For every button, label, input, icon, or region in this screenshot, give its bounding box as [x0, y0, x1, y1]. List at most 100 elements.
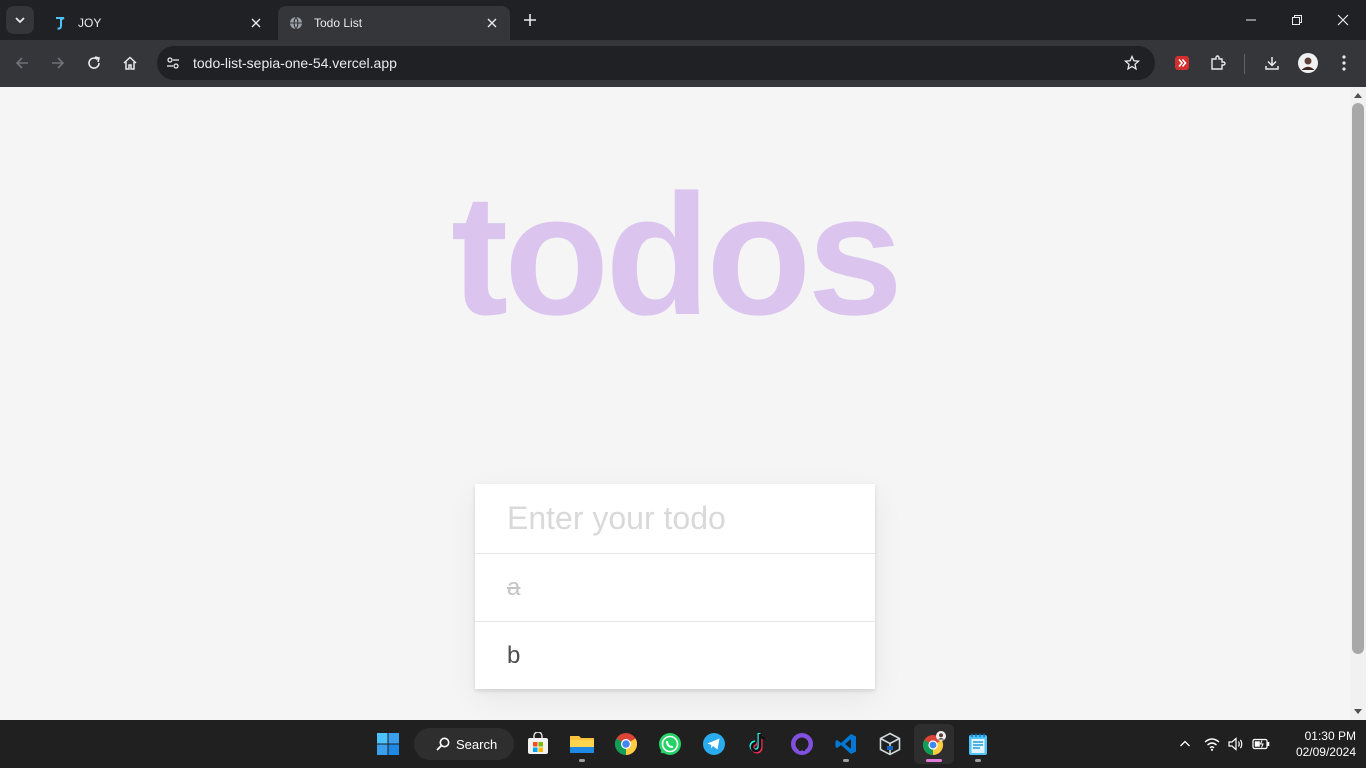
reload-button[interactable] [79, 48, 109, 78]
show-hidden-icons-button[interactable] [1173, 732, 1197, 756]
puzzle-icon [1211, 55, 1226, 70]
todo-item[interactable]: b [475, 622, 875, 689]
chevron-up-icon [1180, 740, 1190, 747]
folder-icon [570, 736, 594, 753]
home-icon [123, 56, 137, 70]
restore-icon [1292, 15, 1302, 25]
arrow-left-icon [15, 57, 28, 69]
browser-toolbar: todo-list-sepia-one-54.vercel.app [0, 40, 1366, 87]
search-label: Search [456, 736, 498, 752]
triangle-up-icon [1354, 93, 1362, 98]
reload-icon [88, 56, 100, 69]
tab-todo-list[interactable]: Todo List [278, 6, 510, 40]
triangle-down-icon [1354, 709, 1362, 714]
address-bar[interactable]: todo-list-sepia-one-54.vercel.app [157, 46, 1155, 80]
app-title: todos [450, 159, 903, 351]
start-button[interactable] [368, 724, 408, 764]
taskbar-app-notepad[interactable] [958, 724, 998, 764]
active-indicator [926, 759, 942, 762]
minimize-button[interactable] [1228, 0, 1274, 40]
taskbar-app-telegram[interactable] [694, 724, 734, 764]
minimize-icon [1246, 19, 1256, 21]
close-icon [1337, 14, 1349, 26]
wifi-icon [1204, 738, 1220, 751]
taskbar-app-whatsapp[interactable] [650, 724, 690, 764]
virtualbox-icon [879, 732, 901, 756]
profile-button[interactable] [1293, 48, 1323, 78]
close-tab-icon[interactable] [248, 15, 264, 31]
page-scrollbar[interactable] [1350, 87, 1366, 720]
tab-joy[interactable]: JOY [42, 6, 274, 40]
wifi-button[interactable] [1200, 732, 1224, 756]
bookmark-star-icon[interactable] [1117, 48, 1147, 78]
battery-charging-icon [1252, 738, 1270, 750]
new-tab-button[interactable] [518, 8, 542, 32]
notepad-icon [969, 733, 987, 755]
taskbar-search[interactable]: Search [414, 728, 514, 760]
taskbar-app-chrome[interactable] [606, 724, 646, 764]
todo-text: b [507, 641, 521, 669]
page-viewport: todos a b [0, 87, 1350, 720]
restore-button[interactable] [1274, 0, 1320, 40]
menu-button[interactable] [1329, 48, 1359, 78]
arrow-right-icon [52, 57, 65, 69]
scroll-up-arrow[interactable] [1350, 87, 1366, 103]
github-desktop-icon [791, 733, 813, 755]
red-extension-icon [1175, 56, 1189, 70]
joy-favicon-icon [52, 15, 68, 31]
taskbar-app-tiktok[interactable] [738, 724, 778, 764]
search-icon [436, 737, 450, 751]
taskbar-app-vscode[interactable] [826, 724, 866, 764]
taskbar-app-virtualbox[interactable] [870, 724, 910, 764]
taskbar-app-github-desktop[interactable] [782, 724, 822, 764]
todo-item[interactable]: a [475, 554, 875, 622]
vscode-icon [835, 734, 856, 754]
plus-icon [524, 14, 536, 26]
taskbar-app-file-explorer[interactable] [562, 724, 602, 764]
chevron-down-icon [15, 17, 25, 24]
todo-text: a [507, 573, 521, 601]
scrollbar-thumb[interactable] [1352, 103, 1364, 654]
tab-search-button[interactable] [6, 6, 34, 34]
new-todo-input[interactable] [475, 484, 875, 554]
toolbar-divider [1244, 54, 1245, 74]
extensions-button[interactable] [1203, 48, 1233, 78]
clock-time: 01:30 PM [1304, 729, 1356, 743]
url-text[interactable]: todo-list-sepia-one-54.vercel.app [193, 55, 1117, 71]
running-indicator [975, 759, 981, 762]
chrome-icon [615, 733, 637, 755]
whatsapp-icon [659, 733, 681, 755]
volume-button[interactable] [1224, 732, 1248, 756]
close-window-button[interactable] [1320, 0, 1366, 40]
browser-tab-bar: JOY Todo List [0, 0, 1366, 40]
globe-icon [288, 15, 304, 31]
running-indicator [579, 759, 585, 762]
running-indicator [843, 759, 849, 762]
site-info-icon[interactable] [160, 50, 186, 76]
tab-title: JOY [78, 16, 102, 30]
tab-title: Todo List [314, 16, 363, 30]
home-button[interactable] [115, 48, 145, 78]
taskbar-app-chrome-profile[interactable] [914, 724, 954, 764]
speaker-icon [1228, 737, 1243, 751]
telegram-icon [703, 733, 725, 755]
download-icon [1265, 57, 1279, 70]
tiktok-icon [749, 733, 766, 754]
microsoft-store-icon [528, 732, 548, 754]
system-clock[interactable]: 01:30 PM 02/09/2024 [1276, 728, 1356, 760]
back-button[interactable] [7, 48, 37, 78]
windows-start-icon [377, 733, 399, 755]
forward-button[interactable] [43, 48, 73, 78]
avatar-icon [1298, 53, 1318, 73]
todo-card: a b [475, 484, 875, 689]
kebab-menu-icon [1342, 55, 1346, 71]
chrome-profile-icon [922, 731, 946, 756]
scroll-down-arrow[interactable] [1350, 704, 1366, 720]
clock-date: 02/09/2024 [1295, 745, 1356, 759]
close-tab-icon[interactable] [484, 15, 500, 31]
windows-taskbar: Search 01:30 PM 02/09/2024 [0, 720, 1366, 768]
downloads-button[interactable] [1257, 48, 1287, 78]
extension-button[interactable] [1167, 48, 1197, 78]
taskbar-app-store[interactable] [518, 724, 558, 764]
battery-button[interactable] [1249, 732, 1273, 756]
